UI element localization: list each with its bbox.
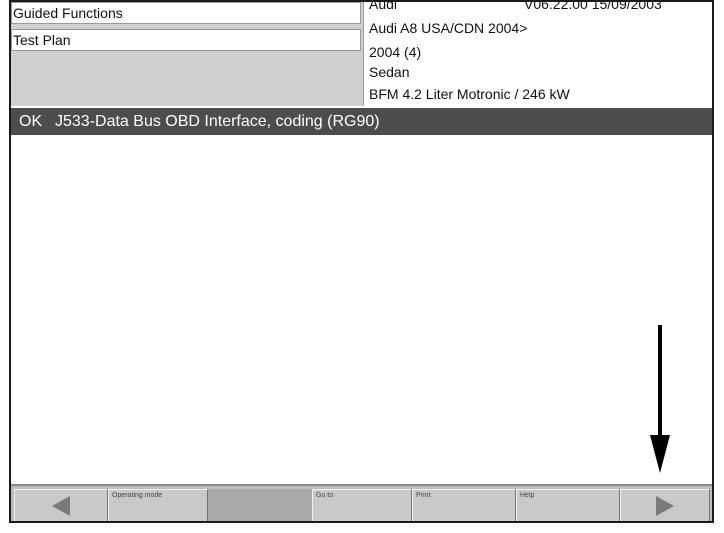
right-arrow-icon <box>656 495 674 516</box>
test-plan-label: Test Plan <box>11 29 361 51</box>
vehicle-info-panel: Audi V06.22.00 15/09/2003 Audi A8 USA/CD… <box>363 2 712 106</box>
model-year: 2004 (4) <box>369 44 422 60</box>
body-style: Sedan <box>369 64 410 80</box>
header-left-panel: Guided Functions Test Plan <box>11 2 363 106</box>
go-to-button[interactable]: Go to <box>312 489 412 521</box>
diagnostic-screen: Guided Functions Test Plan Audi V06.22.0… <box>9 0 714 523</box>
help-button[interactable]: Help <box>516 489 620 521</box>
vehicle-model: Audi A8 USA/CDN 2004> <box>369 20 528 36</box>
software-version: V06.22.00 15/09/2003 <box>524 0 662 12</box>
operating-mode-button[interactable]: Operating mode <box>108 489 208 521</box>
forward-button[interactable] <box>620 489 710 521</box>
vehicle-make: Audi <box>369 0 398 12</box>
left-arrow-icon <box>52 495 70 516</box>
bottom-toolbar: Operating mode Go to Print Help <box>11 484 712 521</box>
engine-code: BFM 4.2 Liter Motronic / 246 kW <box>369 86 570 102</box>
status-badge: OK <box>19 113 43 130</box>
print-button[interactable]: Print <box>412 489 516 521</box>
guided-functions-label: Guided Functions <box>11 2 361 24</box>
back-button[interactable] <box>14 489 108 521</box>
result-row[interactable]: OK J533-Data Bus OBD Interface, coding (… <box>11 108 712 135</box>
down-arrow-annotation-icon <box>650 325 670 473</box>
content-area <box>11 136 712 484</box>
toolbar-spacer <box>208 489 312 521</box>
result-text: J533-Data Bus OBD Interface, coding (RG9… <box>55 113 380 130</box>
